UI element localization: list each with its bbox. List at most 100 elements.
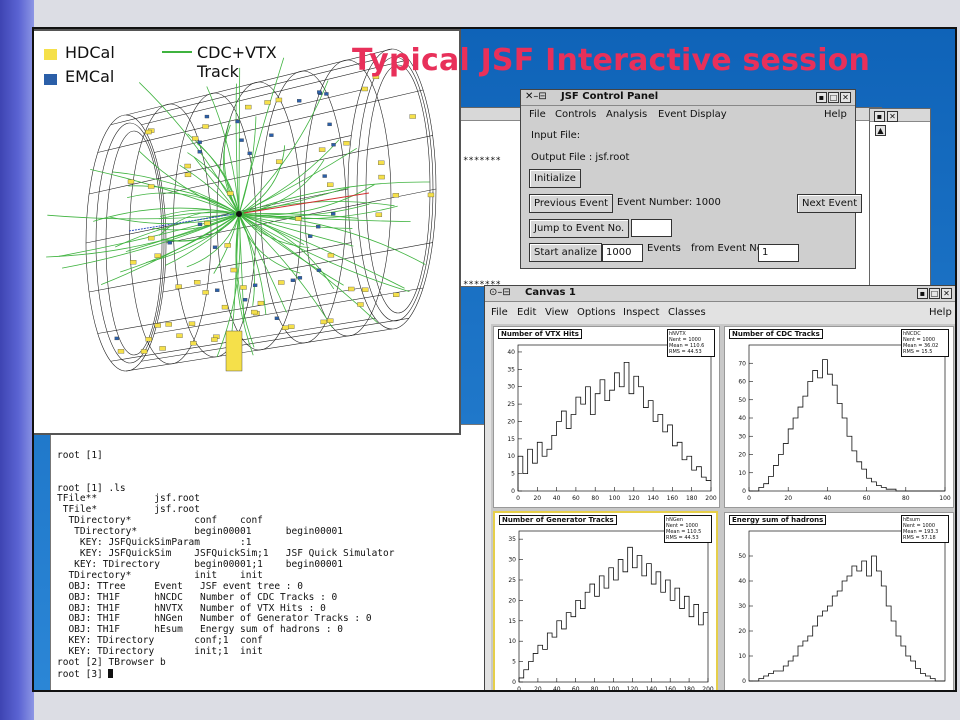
events-count-input[interactable]: 1000 — [602, 244, 643, 262]
hdcal-hit — [357, 302, 364, 307]
xterm-close-button[interactable]: ✕ — [887, 111, 898, 122]
histogram-bin — [571, 415, 576, 491]
previous-event-button[interactable]: Previous Event — [529, 194, 614, 213]
histogram-bin — [857, 462, 862, 491]
menu-event-display[interactable]: Event Display — [658, 109, 727, 120]
hdcal-hit — [127, 179, 135, 184]
window-menu-icon[interactable]: ⊙–⊟ — [489, 287, 511, 298]
jsf-control-panel: ✕–⊟ JSF Control Panel ▪ □ ✕ File Control… — [520, 89, 863, 269]
emcal-hit — [327, 122, 332, 127]
histogram-bin — [867, 576, 872, 681]
histogram-bin — [692, 470, 697, 491]
hdcal-hit — [154, 323, 161, 328]
canvas-menu-file[interactable]: File — [491, 307, 508, 318]
emcal-hit — [324, 92, 329, 96]
y-tick-label: 5 — [511, 471, 515, 478]
stats-box: hNCDC Nent = 1000 Mean = 36.02 RMS = 15.… — [901, 329, 949, 357]
terminal-line: root [3] — [57, 668, 394, 681]
histogram-bin — [532, 463, 537, 491]
canvas-menu-help[interactable]: Help — [929, 307, 952, 318]
canvas-menu-inspect[interactable]: Inspect — [623, 307, 659, 318]
histogram-bin — [793, 418, 798, 491]
next-event-button[interactable]: Next Event — [797, 194, 863, 213]
canvas-area[interactable]: 0 5 10 15 20 25 30 35 40 0 20 40 60 80 100 120 140 160 180… — [491, 324, 955, 692]
histogram-bin — [699, 625, 704, 682]
histogram-bin — [677, 442, 682, 491]
x-tick-label: 20 — [533, 495, 541, 502]
close-icon[interactable]: ✕ — [840, 92, 851, 103]
histogram-bin — [832, 385, 837, 491]
menu-file[interactable]: File — [529, 109, 546, 120]
histogram-bin — [543, 649, 548, 682]
histogram-bin — [547, 633, 552, 682]
histogram-bin — [857, 571, 862, 681]
maximize-icon[interactable]: □ — [929, 288, 940, 299]
canvas-menu-edit[interactable]: Edit — [517, 307, 536, 318]
histogram-bin — [798, 407, 803, 491]
from-event-label: from Event No. — [691, 243, 766, 254]
maximize-icon[interactable]: □ — [828, 92, 839, 103]
x-tick-label: 180 — [683, 686, 695, 692]
canvas-menu-options[interactable]: Options — [577, 307, 616, 318]
close-icon[interactable]: ✕ — [941, 288, 952, 299]
hdcal-hit — [378, 160, 385, 165]
control-panel-titlebar: ✕–⊟ JSF Control Panel ▪ □ ✕ — [521, 90, 855, 106]
histogram-bin — [872, 556, 877, 681]
histogram-bin — [661, 592, 666, 682]
menu-analysis[interactable]: Analysis — [606, 109, 647, 120]
minimize-icon[interactable]: ▪ — [917, 288, 928, 299]
histogram-bin — [600, 380, 605, 491]
histogram-bin — [663, 432, 668, 491]
hdcal-hit — [392, 193, 400, 198]
y-tick-label: 50 — [738, 553, 746, 560]
hdcal-hit — [145, 129, 152, 135]
y-tick-label: 15 — [508, 618, 516, 625]
initialize-button[interactable]: Initialize — [529, 169, 581, 188]
y-tick-label: 20 — [738, 628, 746, 635]
y-tick-label: 25 — [507, 401, 515, 408]
window-menu-icon[interactable]: ✕–⊟ — [525, 91, 547, 102]
slide-sidebar — [0, 0, 34, 720]
histogram-bin — [557, 621, 562, 682]
hdcal-hit — [188, 321, 196, 326]
x-tick-label: 40 — [553, 495, 561, 502]
root-terminal[interactable]: root [1] root [1] .ls TFile** jsf.root TF… — [50, 424, 492, 690]
histogram-bin — [896, 636, 901, 681]
hdcal-hit — [117, 349, 125, 354]
xterm-minimize-button[interactable]: ▪ — [874, 111, 885, 122]
histogram-pad-esum[interactable]: 0 10 20 30 40 50 Energy sum of hadrons hEsum … — [724, 512, 954, 690]
from-event-input[interactable]: 1 — [758, 244, 799, 262]
histogram-bin — [533, 653, 538, 682]
start-analize-button[interactable]: Start analize — [529, 243, 603, 262]
histogram-pad-gen[interactable]: 0 5 10 15 20 25 30 35 0 20 40 60 80 100 120 140 160 180 20… — [493, 511, 718, 692]
histogram-bin — [872, 482, 877, 491]
canvas-menu-view[interactable]: View — [545, 307, 569, 318]
canvas-menu-classes[interactable]: Classes — [668, 307, 706, 318]
histogram-bin — [605, 401, 610, 491]
hdcal-hit — [276, 159, 283, 164]
histogram-bin — [827, 606, 832, 681]
histogram-bin — [647, 564, 652, 682]
histogram-bin — [813, 371, 818, 491]
jump-to-event-button[interactable]: Jump to Event No. — [529, 219, 630, 238]
histogram-bin — [684, 596, 689, 682]
jump-event-input[interactable] — [631, 219, 672, 237]
hdcal-hit — [348, 286, 355, 292]
emcal-hit — [247, 151, 252, 156]
menu-help[interactable]: Help — [824, 109, 847, 120]
histogram-bin — [637, 555, 642, 682]
minimize-icon[interactable]: ▪ — [816, 92, 827, 103]
hdcal-hit — [240, 285, 247, 290]
histogram-pad-vtx[interactable]: 0 5 10 15 20 25 30 35 40 0 20 40 60 80 100 120 140 160 180… — [493, 326, 720, 508]
y-tick-label: 30 — [738, 603, 746, 610]
xterm-stars-top: ******* — [463, 156, 501, 166]
menu-controls[interactable]: Controls — [555, 109, 596, 120]
input-file-label: Input File: — [531, 130, 581, 141]
y-tick-label: 40 — [507, 349, 515, 356]
x-tick-label: 0 — [517, 686, 521, 692]
scroll-up-arrow-icon[interactable]: ▲ — [875, 125, 886, 136]
histogram-bin — [832, 596, 837, 681]
desktop-screenshot: ******* ******* ▪ ✕ ▲ root [1] root [1] … — [32, 27, 957, 692]
stats-box: hEsum Nent = 1000 Mean = 193.3 RMS = 57.… — [901, 515, 949, 543]
histogram-pad-cdc[interactable]: 0 10 20 30 40 50 60 70 0 20 40 60 80 100 Number of CD… — [724, 326, 954, 508]
